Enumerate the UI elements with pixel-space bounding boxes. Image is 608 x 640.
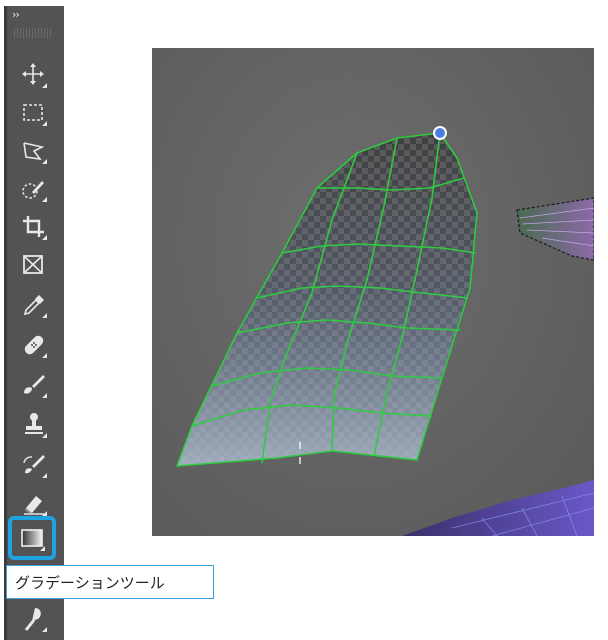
quick-selection-icon [22, 181, 47, 202]
lasso-tool-button[interactable] [14, 134, 54, 168]
polygonal-lasso-icon [23, 142, 47, 164]
quick-selection-tool-button[interactable] [14, 172, 54, 206]
gradient-tool-button[interactable] [8, 516, 56, 560]
collapse-panel-icon[interactable]: ›› [12, 8, 20, 21]
clone-stamp-tool-button[interactable] [14, 408, 54, 442]
frame-icon [23, 255, 43, 274]
frame-tool-button[interactable] [14, 248, 54, 282]
gradient-icon [21, 529, 45, 551]
healing-brush-tool-button[interactable] [14, 328, 54, 362]
panel-drag-grip[interactable] [14, 28, 52, 38]
right-partial-shape [516, 197, 594, 261]
eyedropper-icon [23, 295, 47, 318]
tool-tooltip: グラデーションツール [6, 565, 214, 599]
crop-tool-button[interactable] [14, 210, 54, 244]
marquee-tool-button[interactable] [14, 96, 54, 130]
bandage-icon [24, 335, 47, 358]
eraser-tool-button[interactable] [14, 486, 54, 520]
history-brush-tool-button[interactable] [14, 448, 54, 482]
brush-icon [24, 375, 47, 398]
eraser-icon [24, 496, 47, 516]
tools-panel: ›› [4, 6, 64, 640]
move-tool-button[interactable] [14, 58, 54, 92]
rectangular-marquee-icon [23, 104, 47, 126]
blur-icon [24, 608, 47, 632]
tooltip-text: グラデーションツール [15, 573, 165, 592]
warp-control-point[interactable] [433, 126, 447, 140]
brush-tool-button[interactable] [14, 368, 54, 402]
move-icon [22, 63, 47, 88]
canvas-artwork [175, 126, 594, 536]
stamp-icon [25, 413, 47, 438]
panel-edge [4, 6, 7, 640]
history-brush-icon [23, 455, 47, 478]
document-canvas[interactable] [152, 48, 594, 536]
bottom-partial-shape [402, 480, 594, 536]
crop-icon [23, 216, 47, 240]
eyedropper-tool-button[interactable] [14, 288, 54, 322]
blur-tool-button[interactable] [14, 602, 54, 636]
